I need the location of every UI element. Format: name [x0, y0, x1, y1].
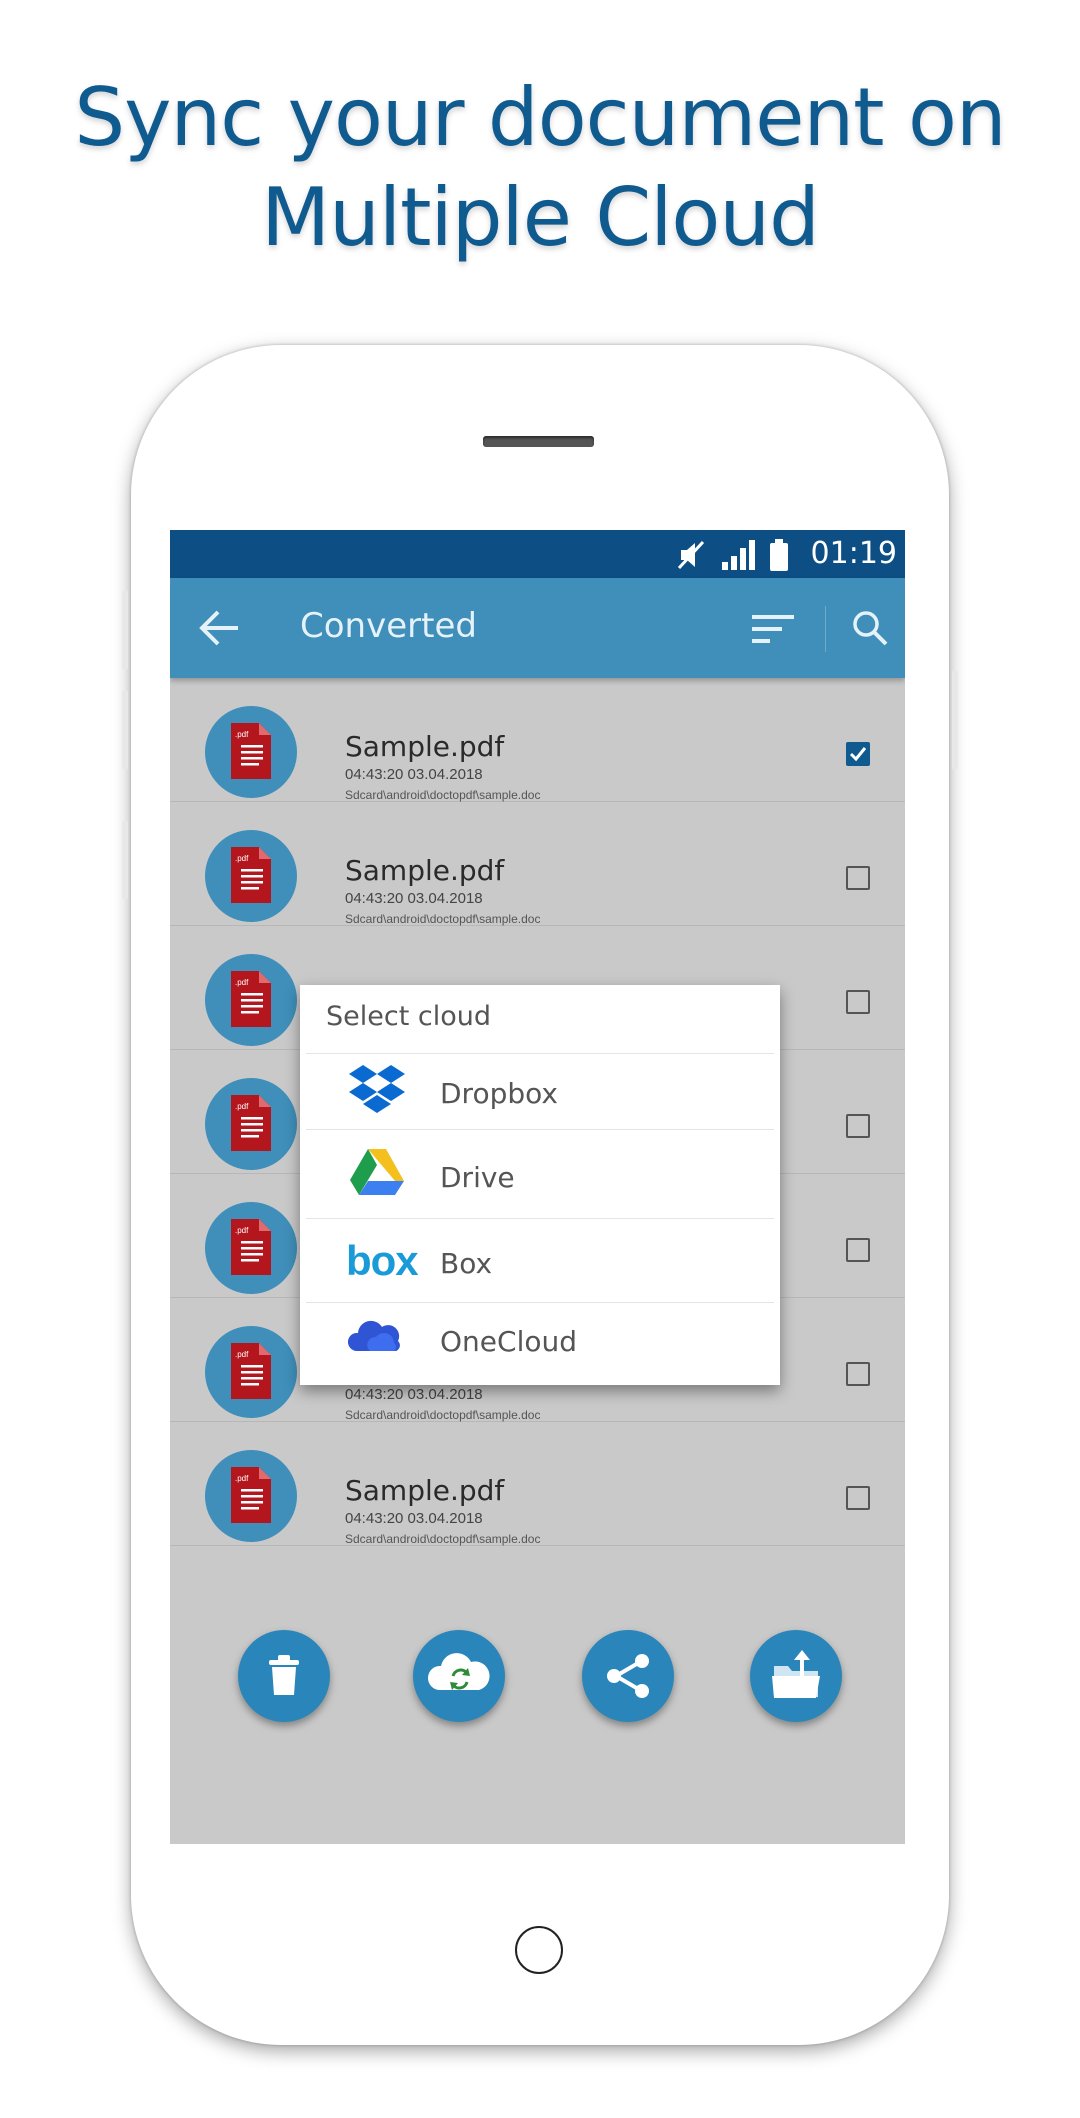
onedrive-cloud-icon	[347, 1315, 402, 1360]
check-icon	[849, 747, 867, 762]
signal-icon	[720, 538, 760, 577]
file-avatar: .pdf	[205, 1078, 297, 1170]
headline-line-1: Sync your document on	[74, 71, 1006, 164]
mute-icon	[675, 538, 709, 577]
box-logo-icon: box	[346, 1237, 419, 1284]
dialog-title: Select cloud	[326, 1001, 491, 1032]
folder-upload-icon	[772, 1650, 820, 1698]
file-timestamp: 04:43:20 03.04.2018	[345, 1510, 483, 1527]
dialog-divider	[306, 1129, 774, 1130]
page-title: Converted	[300, 606, 477, 646]
pdf-label: .pdf	[235, 730, 249, 739]
headline-line-2: Multiple Cloud	[261, 171, 820, 264]
sort-icon[interactable]	[750, 612, 796, 651]
cloud-option-label: OneCloud	[440, 1325, 577, 1358]
dialog-divider	[306, 1053, 774, 1054]
phone-home-button[interactable]	[515, 1926, 563, 1974]
file-checkbox[interactable]	[846, 866, 870, 890]
phone-side-button	[952, 670, 958, 770]
file-name: Sample.pdf	[345, 854, 505, 887]
status-time: 01:19	[810, 536, 897, 571]
phone-speaker	[483, 436, 594, 447]
phone-side-button	[122, 820, 128, 900]
pdf-file-icon: .pdf	[231, 1343, 271, 1399]
app-bar: Converted	[170, 578, 905, 678]
move-folder-button[interactable]	[750, 1630, 842, 1722]
phone-side-button	[122, 690, 128, 770]
pdf-label: .pdf	[235, 854, 249, 863]
file-avatar: .pdf	[205, 1450, 297, 1542]
share-icon	[607, 1654, 649, 1698]
share-button[interactable]	[582, 1630, 674, 1722]
file-avatar: .pdf	[205, 706, 297, 798]
trash-icon	[269, 1655, 299, 1695]
file-path: Sdcard\android\doctopdf\sample.doc	[345, 912, 541, 926]
list-item[interactable]: .pdf Sample.pdf 04:43:20 03.04.2018 Sdcard\…	[170, 678, 905, 802]
file-path: Sdcard\android\doctopdf\sample.doc	[345, 788, 541, 802]
pdf-label: .pdf	[235, 1474, 249, 1483]
cloud-sync-button[interactable]	[413, 1630, 505, 1722]
file-timestamp: 04:43:20 03.04.2018	[345, 890, 483, 907]
pdf-label: .pdf	[235, 1226, 249, 1235]
file-path: Sdcard\android\doctopdf\sample.doc	[345, 1532, 541, 1546]
file-checkbox[interactable]	[846, 1238, 870, 1262]
file-checkbox[interactable]	[846, 742, 870, 766]
battery-icon	[768, 538, 790, 577]
file-timestamp: 04:43:20 03.04.2018	[345, 766, 483, 783]
file-path: Sdcard\android\doctopdf\sample.doc	[345, 1408, 541, 1422]
file-avatar: .pdf	[205, 954, 297, 1046]
cloud-option-dropbox[interactable]: Dropbox	[300, 1055, 780, 1135]
dialog-divider	[306, 1218, 774, 1219]
arrow-left-icon[interactable]	[198, 608, 242, 653]
promo-headline: Sync your document on Multiple Cloud	[0, 68, 1080, 268]
file-checkbox[interactable]	[846, 990, 870, 1014]
cloud-option-label: Box	[440, 1247, 493, 1280]
pdf-file-icon: .pdf	[231, 847, 271, 903]
cloud-option-label: Dropbox	[440, 1077, 558, 1110]
pdf-file-icon: .pdf	[231, 1219, 271, 1275]
file-checkbox[interactable]	[846, 1362, 870, 1386]
file-timestamp: 04:43:20 03.04.2018	[345, 1386, 483, 1403]
google-drive-icon	[348, 1147, 406, 1202]
pdf-label: .pdf	[235, 1350, 249, 1359]
pdf-file-icon: .pdf	[231, 971, 271, 1027]
phone-side-button	[122, 590, 128, 670]
file-name: Sample.pdf	[345, 1474, 505, 1507]
pdf-file-icon: .pdf	[231, 1467, 271, 1523]
dropbox-icon	[348, 1063, 406, 1122]
select-cloud-dialog: Select cloud Dropbox Drive box Box OneCl…	[300, 985, 780, 1385]
pdf-file-icon: .pdf	[231, 723, 271, 779]
file-avatar: .pdf	[205, 1326, 297, 1418]
file-name: Sample.pdf	[345, 730, 505, 763]
file-avatar: .pdf	[205, 830, 297, 922]
cloud-option-drive[interactable]: Drive	[300, 1139, 780, 1219]
cloud-sync-icon	[427, 1653, 490, 1690]
search-icon[interactable]	[850, 608, 890, 653]
cloud-option-label: Drive	[440, 1161, 515, 1194]
cloud-option-box[interactable]: box Box	[300, 1225, 780, 1305]
list-item[interactable]: .pdf Sample.pdf 04:43:20 03.04.2018 Sdcard\…	[170, 802, 905, 926]
appbar-divider	[825, 606, 826, 652]
action-bar	[170, 1630, 905, 1730]
file-avatar: .pdf	[205, 1202, 297, 1294]
cloud-option-onecloud[interactable]: OneCloud	[300, 1303, 780, 1383]
delete-button[interactable]	[238, 1630, 330, 1722]
pdf-label: .pdf	[235, 978, 249, 987]
pdf-file-icon: .pdf	[231, 1095, 271, 1151]
pdf-label: .pdf	[235, 1102, 249, 1111]
file-checkbox[interactable]	[846, 1114, 870, 1138]
status-bar: 01:19	[170, 530, 905, 578]
file-checkbox[interactable]	[846, 1486, 870, 1510]
list-item[interactable]: .pdf Sample.pdf 04:43:20 03.04.2018 Sdcard\…	[170, 1422, 905, 1546]
